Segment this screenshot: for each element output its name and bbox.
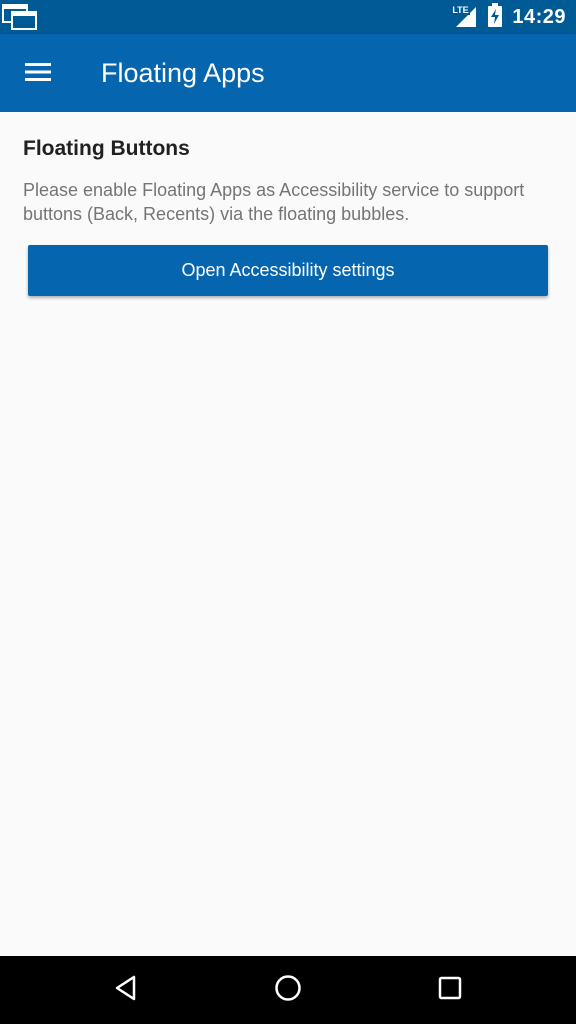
floating-apps-notification-icon <box>2 4 38 30</box>
hamburger-menu-icon <box>25 62 51 86</box>
network-type-label: LTE <box>452 5 470 15</box>
main-content: Floating Buttons Please enable Floating … <box>0 112 576 956</box>
section-description: Please enable Floating Apps as Accessibi… <box>23 180 525 224</box>
home-button[interactable] <box>268 970 308 1010</box>
status-bar: LTE 14:29 <box>0 0 576 34</box>
home-icon <box>274 974 302 1007</box>
section-title: Floating Buttons <box>23 137 190 160</box>
status-time: 14:29 <box>512 5 566 28</box>
back-icon <box>112 974 140 1007</box>
back-button[interactable] <box>106 970 146 1010</box>
app-bar: Floating Apps <box>0 34 576 112</box>
open-accessibility-settings-button[interactable]: Open Accessibility settings <box>28 245 548 296</box>
recents-button[interactable] <box>430 970 470 1010</box>
signal-icon: LTE <box>452 5 478 29</box>
battery-charging-icon <box>488 2 503 32</box>
recents-icon <box>436 974 464 1007</box>
navigation-bar <box>0 956 576 1024</box>
menu-button[interactable] <box>16 52 60 96</box>
app-title: Floating Apps <box>101 58 265 88</box>
